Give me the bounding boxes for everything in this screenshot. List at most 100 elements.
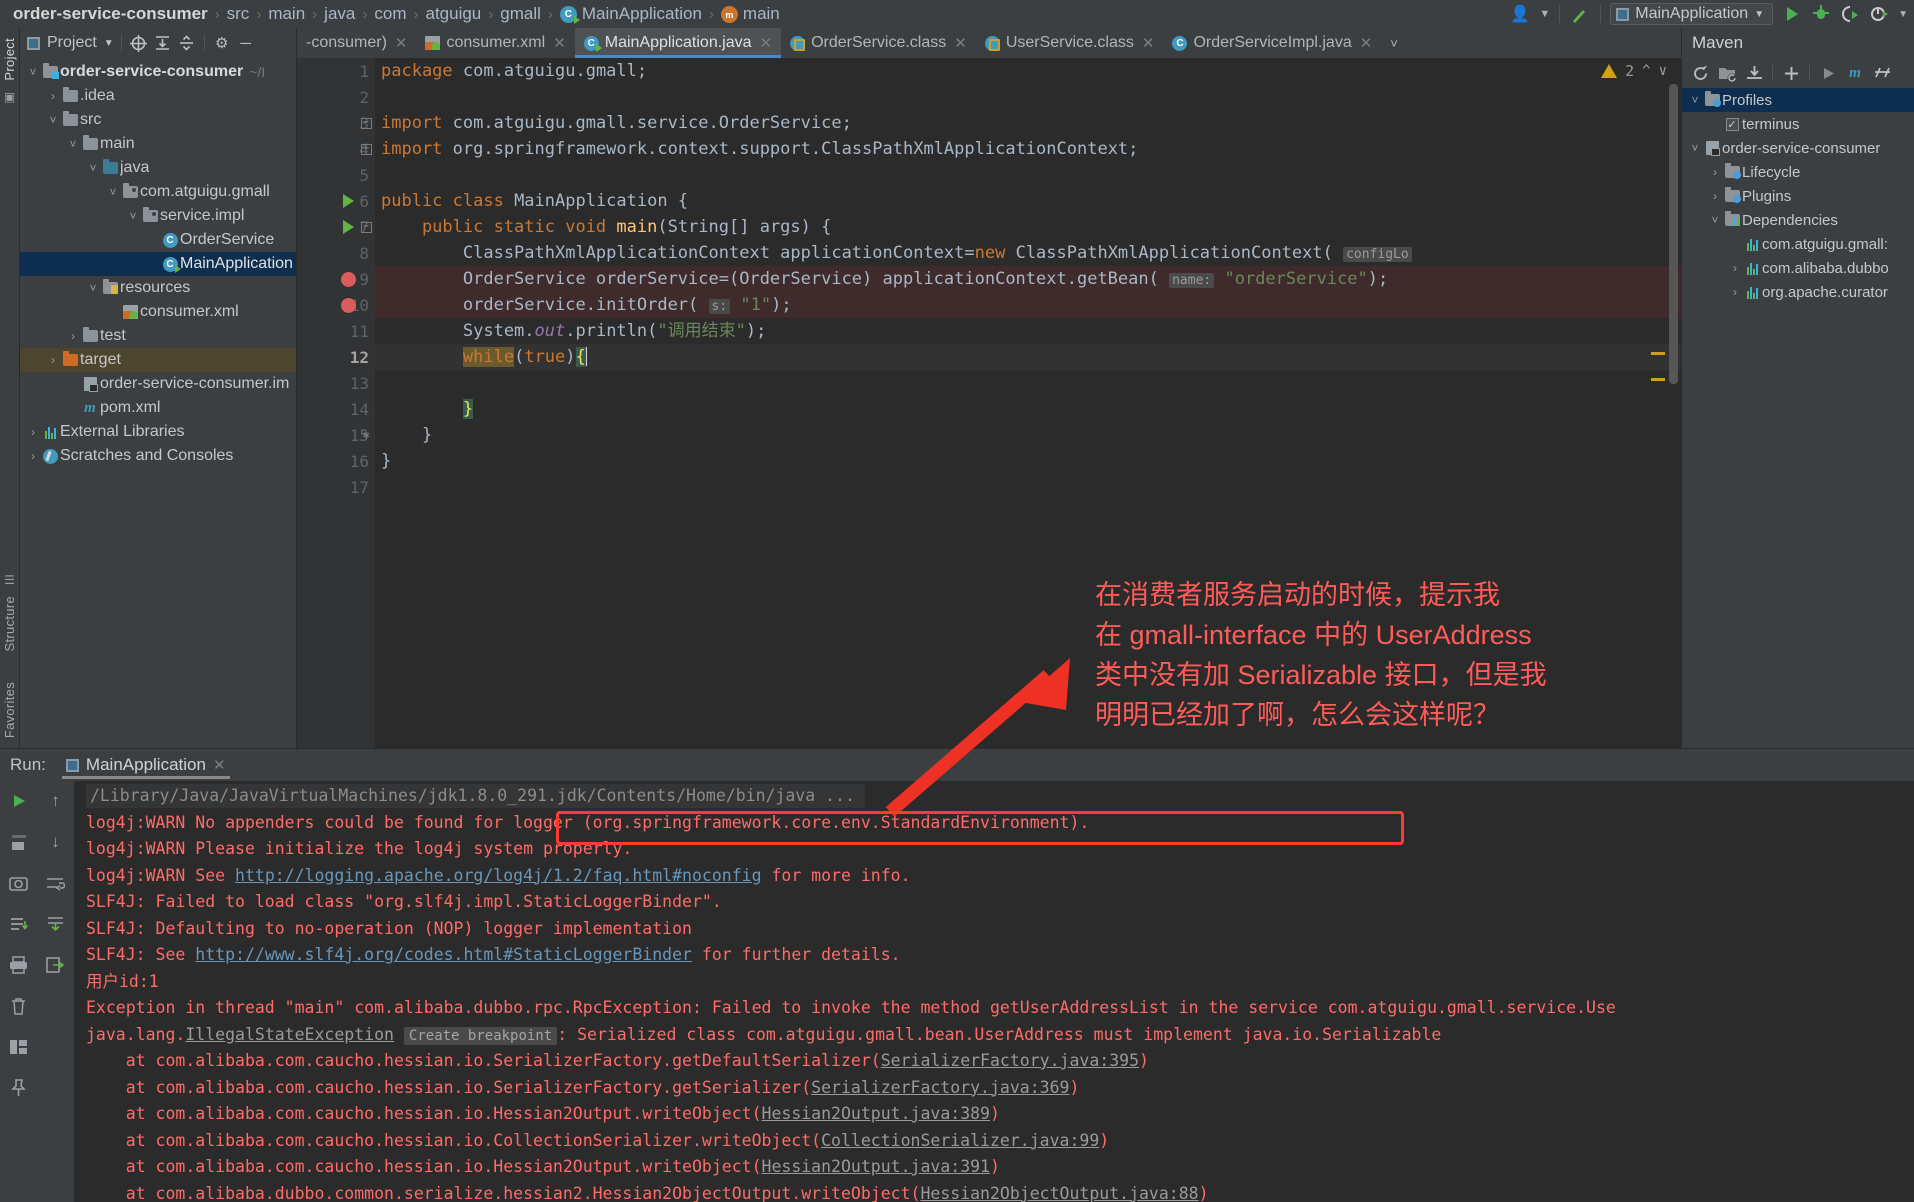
plus-icon[interactable] [1779, 62, 1803, 84]
collapse-arrow-icon[interactable]: ˅ [26, 65, 40, 79]
tree-node[interactable]: ˅ com.atguigu.gmall [20, 180, 296, 204]
maven-tree-node[interactable]: ˅ Profiles [1682, 88, 1914, 112]
console-line[interactable]: SLF4J: See http://www.slf4j.org/codes.ht… [74, 942, 1914, 969]
console-link[interactable]: http://logging.apache.org/log4j/1.2/faq.… [235, 866, 762, 885]
fold-marker[interactable]: − [359, 110, 373, 136]
maven-m-icon[interactable]: m [1843, 62, 1867, 84]
collapse-arrow-icon[interactable]: ˅ [46, 113, 60, 127]
maven-tree-node[interactable]: ›✓terminus [1682, 112, 1914, 136]
tree-node[interactable]: ˅ order-service-consumer ~/I [20, 60, 296, 84]
run-configuration-selector[interactable]: MainApplication ▼ [1610, 3, 1774, 25]
expand-arrow-icon[interactable]: › [26, 425, 40, 439]
code-line[interactable]: while(true){ [375, 344, 1681, 370]
soft-wrap-icon[interactable] [44, 871, 68, 895]
gutter-line[interactable]: 13 [297, 370, 375, 396]
console-line[interactable]: at com.alibaba.com.caucho.hessian.io.Col… [74, 1128, 1914, 1155]
select-opened-file-icon[interactable] [129, 33, 149, 53]
code-line[interactable]: orderService.initOrder( s: "1"); [375, 292, 1681, 318]
stop-icon[interactable] [7, 830, 31, 854]
sidebar-item-project[interactable]: Project [2, 32, 17, 87]
console-line[interactable]: log4j:WARN Please initialize the log4j s… [74, 836, 1914, 863]
close-icon[interactable]: ✕ [954, 34, 967, 52]
profile-icon[interactable] [1869, 4, 1889, 24]
fold-marker[interactable]: ⎈ [359, 422, 373, 448]
tree-node[interactable]: ›mpom.xml [20, 396, 296, 420]
editor-tab[interactable]: C MainApplication.java ✕ [574, 28, 782, 58]
up-arrow-icon[interactable]: ↑ [44, 789, 68, 813]
console-line[interactable]: log4j:WARN See http://logging.apache.org… [74, 863, 1914, 890]
scroll-to-end-icon[interactable] [44, 912, 68, 936]
collapse-arrow-icon[interactable]: ˅ [106, 185, 120, 199]
gutter-line[interactable]: −7 [297, 214, 375, 240]
breadcrumb-item[interactable]: main [263, 4, 310, 24]
stack-trace-link[interactable]: SerializerFactory.java:395 [881, 1051, 1139, 1070]
console-line[interactable]: Exception in thread "main" com.alibaba.d… [74, 995, 1914, 1022]
breadcrumb-item[interactable]: com [369, 4, 411, 24]
code-line[interactable]: import com.atguigu.gmall.service.OrderSe… [375, 110, 1681, 136]
breadcrumb-item[interactable]: m main [716, 4, 785, 24]
tree-node[interactable]: ˅ resources [20, 276, 296, 300]
hammer-icon[interactable] [1569, 4, 1591, 24]
refresh-icon[interactable] [1688, 62, 1712, 84]
expand-arrow-icon[interactable]: › [66, 329, 80, 343]
pin-icon[interactable] [7, 1076, 31, 1100]
close-icon[interactable]: ✕ [213, 756, 226, 774]
next-problem-icon[interactable]: ∨ [1659, 63, 1667, 79]
maven-tree[interactable]: ˅Profiles›✓terminus˅order-service-consum… [1682, 88, 1914, 748]
tree-node[interactable]: ˅ src [20, 108, 296, 132]
gutter-line[interactable]: ⎈ 15 [297, 422, 375, 448]
code-line[interactable]: ClassPathXmlApplicationContext applicati… [375, 240, 1681, 266]
inspection-widget[interactable]: 2 ^ ∨ [1601, 62, 1667, 80]
rerun-icon[interactable] [7, 789, 31, 813]
prev-problem-icon[interactable]: ^ [1642, 63, 1650, 79]
console-link[interactable]: http://www.slf4j.org/codes.html#StaticLo… [195, 945, 692, 964]
add-maven-project-icon[interactable] [1715, 62, 1739, 84]
tree-node[interactable]: ›COrderService [20, 228, 296, 252]
console-line[interactable]: at com.alibaba.dubbo.common.serialize.he… [74, 1181, 1914, 1202]
run-tab[interactable]: MainApplication ✕ [56, 749, 236, 781]
checkbox[interactable]: ✓ [1725, 117, 1739, 131]
expand-arrow-icon[interactable]: › [1728, 261, 1742, 275]
collapse-arrow-icon[interactable]: ˅ [126, 209, 140, 223]
collapse-all-icon[interactable] [177, 33, 197, 53]
expand-all-icon[interactable] [153, 33, 173, 53]
layout-icon[interactable] [7, 1035, 31, 1059]
stack-trace-link[interactable]: CollectionSerializer.java:99 [821, 1131, 1099, 1150]
run-gutter-icon[interactable] [337, 188, 359, 214]
chevron-down-icon[interactable]: ▼ [104, 38, 114, 49]
create-breakpoint-chip[interactable]: Create breakpoint [403, 1026, 558, 1045]
debug-icon[interactable] [1811, 4, 1831, 24]
chevron-down-icon[interactable]: ▼ [1754, 9, 1764, 20]
maven-tree-node[interactable]: › Plugins [1682, 184, 1914, 208]
tree-node[interactable]: ›order-service-consumer.im [20, 372, 296, 396]
exception-class-link[interactable]: IllegalStateException [185, 1025, 394, 1044]
stack-trace-link[interactable]: SerializerFactory.java:369 [811, 1078, 1069, 1097]
expand-arrow-icon[interactable]: › [46, 89, 60, 103]
close-icon[interactable]: ✕ [395, 34, 408, 52]
tree-node[interactable]: ˅ service.impl [20, 204, 296, 228]
console-line[interactable]: SLF4J: Defaulting to no-operation (NOP) … [74, 916, 1914, 943]
tree-node[interactable]: ›consumer.xml [20, 300, 296, 324]
gutter-line[interactable]: 12 [297, 344, 375, 370]
toggle-skip-tests-icon[interactable] [1870, 62, 1894, 84]
download-sources-icon[interactable] [1742, 62, 1766, 84]
run-icon[interactable] [1782, 4, 1802, 24]
expand-arrow-icon[interactable]: › [46, 353, 60, 367]
editor-tab[interactable]: -consumer) ✕ [297, 28, 416, 58]
thread-dump-icon[interactable] [7, 912, 31, 936]
editor-tab[interactable]: OrderService.class ✕ [781, 28, 976, 58]
tree-node[interactable]: ˅ main [20, 132, 296, 156]
maven-tree-node[interactable]: ˅ order-service-consumer [1682, 136, 1914, 160]
close-icon[interactable]: ✕ [1360, 34, 1373, 52]
maven-tree-node[interactable]: ˅ Dependencies [1682, 208, 1914, 232]
collapse-arrow-icon[interactable]: ˅ [66, 137, 80, 151]
collapse-arrow-icon[interactable]: ˅ [1688, 141, 1702, 155]
console-line[interactable]: log4j:WARN No appenders could be found f… [74, 810, 1914, 837]
gutter-line[interactable]: −4 [297, 136, 375, 162]
camera-icon[interactable] [7, 871, 31, 895]
collapse-arrow-icon[interactable]: ˅ [86, 281, 100, 295]
maven-tree-node[interactable]: › com.alibaba.dubbo [1682, 256, 1914, 280]
collapse-arrow-icon[interactable]: ˅ [1688, 93, 1702, 107]
fold-marker[interactable]: − [359, 136, 373, 162]
code-line[interactable]: package com.atguigu.gmall; [375, 58, 1681, 84]
